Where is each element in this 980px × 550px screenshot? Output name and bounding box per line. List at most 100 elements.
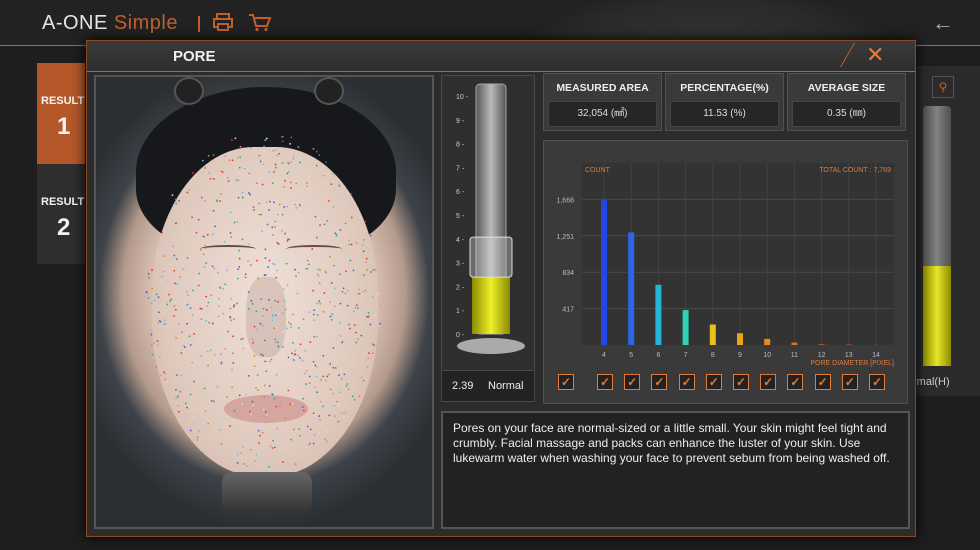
checkbox-pore-size[interactable]: ✓	[651, 374, 668, 390]
printer-icon[interactable]	[212, 12, 234, 32]
gauge-value: 2.39	[452, 380, 474, 392]
pore-dot	[332, 347, 335, 349]
result-1-tab[interactable]: RESULT 1	[37, 63, 85, 167]
checkbox-all[interactable]: ✓	[558, 374, 574, 390]
pore-dot	[282, 346, 284, 348]
pore-dot	[216, 385, 219, 388]
pore-dot	[199, 249, 202, 251]
pore-dot	[185, 290, 188, 293]
pore-dot	[294, 349, 297, 352]
pore-dot	[171, 245, 174, 248]
pore-dot	[266, 223, 269, 226]
pore-dot	[275, 405, 278, 408]
pore-dot	[156, 253, 159, 255]
pore-dot	[150, 302, 153, 305]
pore-dot	[204, 167, 207, 169]
pore-dot	[317, 268, 319, 271]
pore-dot	[323, 339, 326, 342]
pore-dot	[225, 306, 228, 309]
pore-dot	[150, 333, 153, 336]
histogram-bar	[764, 338, 771, 345]
pore-dot	[192, 171, 194, 174]
pore-dot	[265, 370, 268, 373]
pore-dot	[333, 319, 335, 322]
pore-dot	[207, 154, 210, 157]
pore-dot	[241, 191, 244, 194]
pore-dot	[282, 135, 284, 138]
pore-dot	[201, 159, 204, 162]
pore-dot	[286, 205, 288, 208]
checkbox-pore-size[interactable]: ✓	[705, 374, 722, 390]
checkbox-pore-size[interactable]: ✓	[624, 374, 641, 390]
pore-dot	[263, 395, 266, 398]
pore-dot	[290, 136, 293, 139]
pore-dot	[271, 319, 274, 322]
pore-dot	[281, 312, 284, 315]
pore-dot	[337, 420, 340, 423]
pore-dot	[192, 289, 194, 292]
checkbox-pore-size[interactable]: ✓	[733, 374, 749, 390]
pore-dot	[305, 446, 308, 448]
pore-dot	[274, 149, 277, 151]
checkbox-pore-size[interactable]: ✓	[597, 374, 613, 390]
pore-dot	[270, 306, 273, 309]
pore-dot	[229, 211, 232, 214]
pore-dot	[290, 161, 293, 163]
pore-dot	[264, 274, 267, 276]
total-count-label: TOTAL COUNT : 7,769	[819, 167, 891, 174]
search-icon[interactable]: ⚲	[932, 76, 954, 98]
pore-dot	[284, 308, 287, 311]
pore-dot	[285, 447, 288, 450]
pore-dot	[252, 206, 255, 208]
pore-dot	[240, 430, 242, 433]
pore-dot	[242, 260, 244, 262]
checkbox-pore-size[interactable]: ✓	[678, 374, 695, 390]
pore-dot	[157, 344, 159, 346]
pore-dot	[367, 316, 370, 319]
pore-dot	[329, 388, 332, 391]
pore-dot	[276, 269, 279, 272]
pore-dot	[316, 150, 318, 153]
close-button[interactable]: ✕	[840, 42, 909, 67]
pore-dot	[239, 145, 242, 148]
pore-dot	[220, 353, 222, 355]
pore-dot	[345, 270, 347, 273]
pore-dot	[287, 389, 290, 392]
gauge-tick-label: 6 -	[456, 189, 465, 196]
pore-dot	[244, 394, 246, 396]
pore-dot	[193, 380, 196, 383]
pore-dot	[294, 203, 297, 206]
pore-dot	[319, 269, 321, 272]
pore-dot	[318, 282, 321, 285]
back-arrow-icon[interactable]: ←	[932, 10, 954, 36]
pore-dot	[298, 428, 301, 431]
pore-dot	[327, 293, 330, 296]
pore-dot	[195, 231, 198, 234]
pore-dot	[261, 230, 264, 233]
pore-dot	[289, 142, 292, 145]
cart-icon[interactable]	[248, 12, 272, 32]
pore-dot	[357, 288, 360, 291]
pore-dot	[207, 422, 210, 425]
pore-dot	[286, 327, 289, 330]
checkbox-pore-size[interactable]: ✓	[760, 374, 777, 390]
gauge-tick-label: 8 -	[456, 142, 465, 149]
pore-dot	[275, 326, 278, 329]
pore-dot	[316, 302, 319, 305]
gauge-tick-label: 7 -	[456, 165, 465, 172]
checkbox-pore-size[interactable]: ✓	[814, 374, 831, 390]
checkbox-pore-size[interactable]: ✓	[869, 374, 885, 390]
pore-dot	[233, 304, 236, 307]
pore-dot	[277, 341, 279, 344]
pore-dot	[333, 305, 336, 308]
histogram-chart: 417 834 1,251 1,668 4 5 6 7 8 9 10 11 12 13 14 COUNT TOT…	[556, 163, 894, 367]
pore-dot	[374, 268, 377, 271]
checkbox-pore-size[interactable]: ✓	[841, 374, 858, 390]
checkbox-pore-size[interactable]: ✓	[787, 374, 804, 390]
pore-dot	[238, 257, 241, 260]
pore-dot	[364, 289, 367, 292]
pore-dot	[308, 287, 311, 290]
pore-dot	[236, 302, 238, 305]
pore-dot	[318, 300, 321, 303]
result-2-tab[interactable]: RESULT 2	[37, 164, 85, 264]
